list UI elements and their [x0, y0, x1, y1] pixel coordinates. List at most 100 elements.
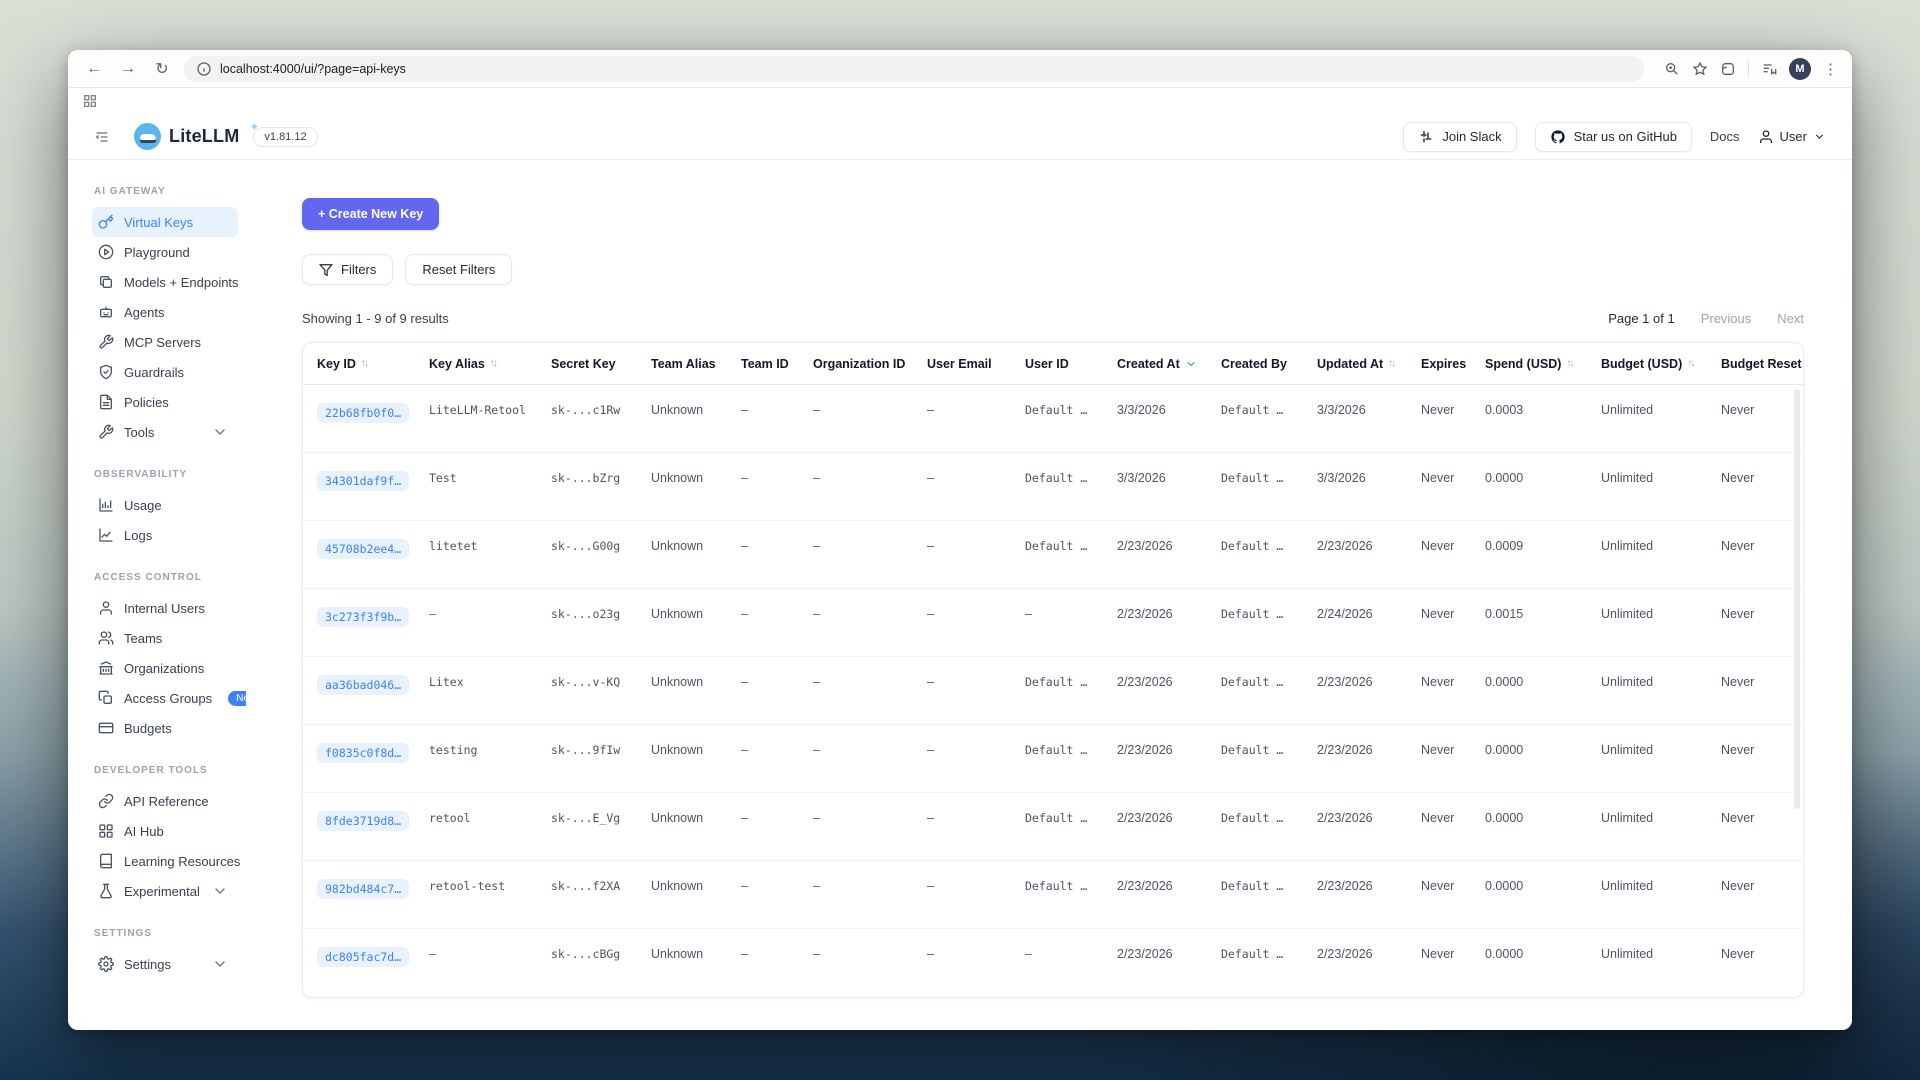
table-row[interactable]: dc805fac7d…–sk-...cBGgUnknown––––2/23/20… — [303, 929, 1803, 997]
sidebar-item-experimental[interactable]: Experimental — [92, 876, 238, 906]
user-menu[interactable]: User — [1758, 129, 1826, 145]
table-row[interactable]: 45708b2ee4…litetetsk-...G00gUnknown–––De… — [303, 521, 1803, 589]
forward-button[interactable]: → — [116, 57, 140, 81]
cell-secret-key: sk-...v-KQ — [551, 663, 651, 724]
sort-arrows-icon[interactable]: ↑↓ — [1566, 358, 1572, 369]
sidebar-item-label: AI Hub — [124, 824, 164, 839]
sidebar-item-internal-users[interactable]: Internal Users — [92, 593, 238, 623]
table-row[interactable]: 22b68fb0f0…LiteLLM-Retoolsk-...c1RwUnkno… — [303, 385, 1803, 453]
sidebar-item-api-reference[interactable]: API Reference — [92, 786, 238, 816]
previous-page-button[interactable]: Previous — [1701, 311, 1752, 326]
sidebar-item-agents[interactable]: Agents — [92, 297, 238, 327]
sidebar-item-label: Tools — [124, 425, 154, 440]
column-header-budget-usd[interactable]: Budget (USD) ↑↓ — [1601, 357, 1721, 371]
key-id-link[interactable]: 982bd484c7… — [317, 879, 409, 899]
sort-arrows-icon[interactable]: ↑↓ — [490, 358, 496, 369]
docs-link[interactable]: Docs — [1710, 129, 1740, 144]
column-header-updated-at[interactable]: Updated At ↑↓ — [1317, 357, 1421, 371]
gear-icon — [98, 956, 114, 972]
sidebar-item-guardrails[interactable]: Guardrails — [92, 357, 238, 387]
sidebar-item-teams[interactable]: Teams — [92, 623, 238, 653]
bookmark-star-icon[interactable] — [1692, 61, 1708, 77]
cell-organization-id: – — [813, 527, 927, 588]
sidebar-item-label: Organizations — [124, 661, 204, 676]
key-id-link[interactable]: 34301daf9f… — [317, 471, 409, 491]
sidebar-item-usage[interactable]: Usage — [92, 490, 238, 520]
browser-profile-avatar[interactable]: M — [1789, 58, 1811, 80]
apps-grid-icon[interactable] — [82, 93, 98, 109]
column-header-key-alias[interactable]: Key Alias↑↓ — [429, 357, 551, 371]
table-row[interactable]: 3c273f3f9b…–sk-...o23gUnknown––––2/23/20… — [303, 589, 1803, 657]
address-bar[interactable]: localhost:4000/ui/?page=api-keys — [184, 56, 1644, 82]
key-id-link[interactable]: 3c273f3f9b… — [317, 607, 409, 627]
sidebar-item-mcp-servers[interactable]: MCP Servers — [92, 327, 238, 357]
sidebar-item-organizations[interactable]: Organizations — [92, 653, 238, 683]
create-new-key-button[interactable]: + Create New Key — [302, 198, 439, 230]
table-row[interactable]: aa36bad046…Litexsk-...v-KQUnknown–––Defa… — [303, 657, 1803, 725]
column-header-team-alias: Team Alias — [651, 357, 741, 371]
join-slack-button[interactable]: Join Slack — [1403, 122, 1516, 152]
table-row[interactable]: 982bd484c7…retool-testsk-...f2XAUnknown–… — [303, 861, 1803, 929]
filters-button[interactable]: Filters — [302, 254, 393, 285]
cell-updated-at: 2/23/2026 — [1317, 799, 1421, 860]
sidebar-item-models-endpoints[interactable]: Models + Endpoints — [92, 267, 238, 297]
column-label: Updated At — [1317, 357, 1383, 371]
table-scrollbar[interactable] — [1794, 389, 1800, 809]
column-header-created-at[interactable]: Created At — [1117, 357, 1221, 371]
cell-organization-id: – — [813, 595, 927, 656]
cell-user-email: – — [927, 663, 1025, 724]
sort-desc-icon[interactable] — [1185, 358, 1197, 370]
sidebar-item-virtual-keys[interactable]: Virtual Keys — [92, 207, 238, 237]
table-row[interactable]: 8fde3719d8…retoolsk-...E_VgUnknown–––Def… — [303, 793, 1803, 861]
key-id-link[interactable]: 22b68fb0f0… — [317, 403, 409, 423]
reading-list-icon[interactable] — [1761, 61, 1777, 77]
sidebar-section-label: ACCESS CONTROL — [94, 572, 238, 583]
key-id-link[interactable]: f0835c0f8d… — [317, 743, 409, 763]
sidebar-item-settings[interactable]: Settings — [92, 949, 238, 979]
wrench-icon — [98, 424, 114, 440]
sidebar-item-budgets[interactable]: Budgets — [92, 713, 238, 743]
sort-arrows-icon[interactable]: ↑↓ — [1687, 358, 1693, 369]
back-button[interactable]: ← — [82, 57, 106, 81]
cell-user-email: – — [927, 459, 1025, 520]
cell-updated-at: 2/24/2026 — [1317, 595, 1421, 656]
extensions-icon[interactable] — [1720, 61, 1736, 77]
reload-button[interactable]: ↻ — [150, 57, 174, 81]
sidebar-item-label: Logs — [124, 528, 152, 543]
star-github-button[interactable]: Star us on GitHub — [1535, 122, 1692, 152]
column-header-spend-usd[interactable]: Spend (USD)↑↓ — [1485, 357, 1601, 371]
key-id-link[interactable]: 8fde3719d8… — [317, 811, 409, 831]
cell-budget-reset: Never — [1721, 527, 1817, 588]
user-icon — [98, 600, 114, 616]
cell-team-alias: Unknown — [651, 527, 741, 588]
cell-key-alias: testing — [429, 731, 551, 792]
sidebar-item-playground[interactable]: Playground — [92, 237, 238, 267]
column-header-user-email: User Email — [927, 357, 1025, 371]
sidebar-item-tools[interactable]: Tools — [92, 417, 238, 447]
sidebar-item-policies[interactable]: Policies — [92, 387, 238, 417]
cell-secret-key: sk-...c1Rw — [551, 391, 651, 452]
key-id-link[interactable]: aa36bad046… — [317, 675, 409, 695]
results-count: Showing 1 - 9 of 9 results — [302, 311, 449, 326]
cell-created-by: Default … — [1221, 527, 1317, 588]
collapse-sidebar-icon[interactable] — [94, 129, 110, 145]
sort-arrows-icon[interactable]: ↑↓ — [361, 358, 367, 369]
column-header-key-id[interactable]: Key ID↑↓ — [317, 357, 429, 371]
sidebar-item-learning-resources[interactable]: Learning Resources — [92, 846, 238, 876]
sidebar-item-logs[interactable]: Logs — [92, 520, 238, 550]
table-row[interactable]: f0835c0f8d…testingsk-...9fIwUnknown–––De… — [303, 725, 1803, 793]
table-row[interactable]: 34301daf9f…Testsk-...bZrgUnknown–––Defau… — [303, 453, 1803, 521]
column-label: Budget (USD) — [1601, 357, 1682, 371]
sort-arrows-icon[interactable]: ↑↓ — [1388, 358, 1394, 369]
kebab-menu-icon[interactable]: ⋮ — [1823, 60, 1838, 78]
next-page-button[interactable]: Next — [1777, 311, 1804, 326]
key-id-link[interactable]: dc805fac7d… — [317, 947, 409, 967]
cell-expires: Never — [1421, 391, 1485, 452]
reset-filters-button[interactable]: Reset Filters — [405, 254, 512, 285]
table-header-row: Key ID↑↓Key Alias↑↓Secret KeyTeam AliasT… — [303, 343, 1803, 385]
sidebar-item-access-groups[interactable]: Access GroupsNew — [92, 683, 238, 713]
cell-created-by: Default … — [1221, 731, 1317, 792]
key-id-link[interactable]: 45708b2ee4… — [317, 539, 409, 559]
sidebar-item-ai-hub[interactable]: AI Hub — [92, 816, 238, 846]
zoom-indicator-icon[interactable] — [1664, 61, 1680, 77]
